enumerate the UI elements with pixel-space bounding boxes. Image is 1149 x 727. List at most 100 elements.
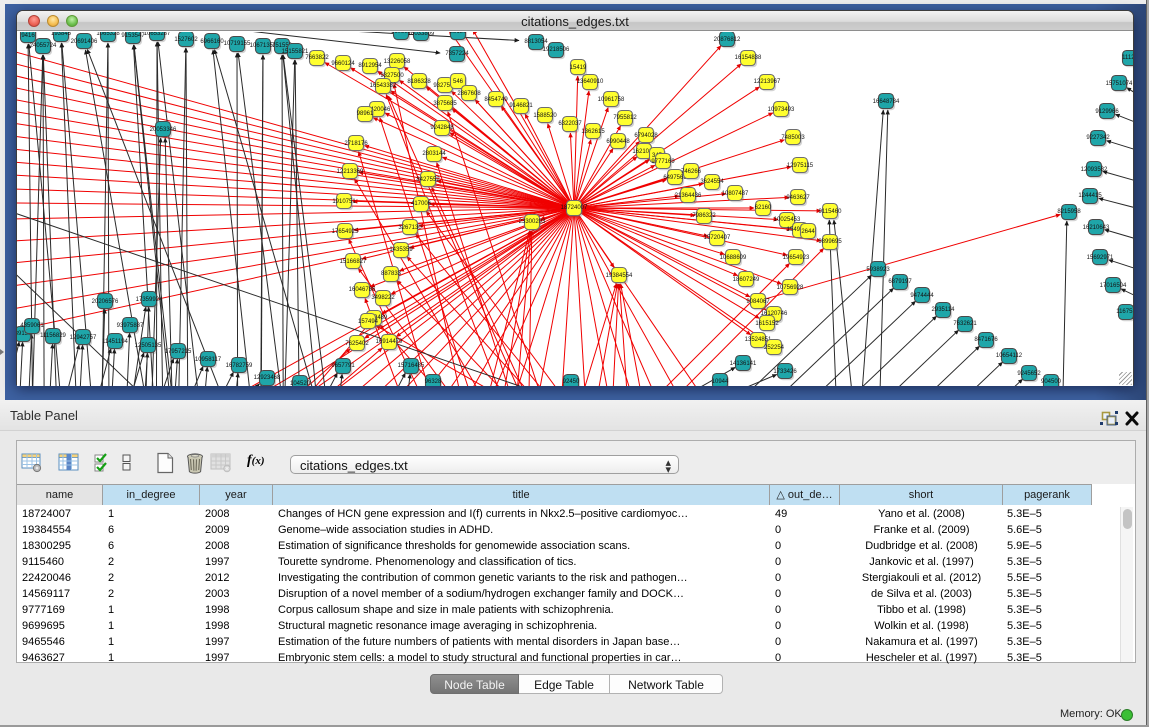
svg-text:15751074: 15751074 <box>1106 81 1133 87</box>
svg-text:23300203: 23300203 <box>519 219 546 225</box>
svg-text:8215958: 8215958 <box>1057 209 1081 215</box>
svg-text:14136141: 14136141 <box>730 361 757 367</box>
svg-text:9660124: 9660124 <box>331 61 355 67</box>
svg-text:3624554: 3624554 <box>700 179 724 185</box>
svg-text:12213967: 12213967 <box>754 79 781 85</box>
svg-text:15716485: 15716485 <box>398 363 425 369</box>
svg-text:10807487: 10807487 <box>722 191 749 197</box>
svg-text:11156829: 11156829 <box>40 333 66 339</box>
svg-text:1588520: 1588520 <box>533 113 557 119</box>
svg-text:7986322: 7986322 <box>692 213 716 219</box>
svg-text:6990448: 6990448 <box>606 139 630 145</box>
svg-text:7357224: 7357224 <box>445 51 469 57</box>
svg-text:11121: 11121 <box>1122 55 1133 61</box>
svg-text:10756928: 10756928 <box>777 285 804 291</box>
svg-text:8186328: 8186328 <box>407 79 431 85</box>
svg-text:3875685: 3875685 <box>433 101 457 107</box>
svg-text:10688609: 10688609 <box>720 255 747 261</box>
svg-text:8471676: 8471676 <box>974 337 998 343</box>
svg-text:15166827: 15166827 <box>340 259 367 265</box>
svg-text:16046786: 16046786 <box>349 287 376 293</box>
svg-text:16033809: 16033809 <box>408 32 435 37</box>
svg-text:16154838: 16154838 <box>735 55 762 61</box>
svg-text:9899695: 9899695 <box>818 239 842 245</box>
svg-text:88130: 88130 <box>450 32 467 35</box>
svg-text:8912954: 8912954 <box>358 63 382 69</box>
svg-text:2644: 2644 <box>801 229 815 235</box>
svg-text:10973493: 10973493 <box>768 107 795 113</box>
svg-text:8454749: 8454749 <box>484 97 508 103</box>
svg-text:9657791: 9657791 <box>331 363 355 369</box>
svg-text:157494: 157494 <box>358 319 379 325</box>
svg-text:18607249: 18607249 <box>733 277 760 283</box>
svg-text:1615152: 1615152 <box>755 321 779 327</box>
svg-text:12505135: 12505135 <box>135 343 162 349</box>
svg-text:19654923: 19654923 <box>783 255 810 261</box>
svg-text:104520: 104520 <box>290 381 311 386</box>
svg-text:98961: 98961 <box>357 111 374 117</box>
svg-text:9129966: 9129966 <box>1095 109 1119 115</box>
svg-text:96328: 96328 <box>425 379 442 385</box>
svg-text:92450: 92450 <box>563 379 580 385</box>
svg-text:10654112: 10654112 <box>996 353 1023 359</box>
svg-text:12923468: 12923468 <box>254 375 281 381</box>
svg-text:10944: 10944 <box>712 379 729 385</box>
svg-text:17016504: 17016504 <box>1100 283 1127 289</box>
svg-text:9242848: 9242848 <box>430 125 454 131</box>
svg-text:16782759: 16782759 <box>226 363 253 369</box>
svg-text:6879197: 6879197 <box>888 279 912 285</box>
svg-text:546: 546 <box>453 79 464 85</box>
svg-text:12213369: 12213369 <box>337 169 364 175</box>
svg-text:417006: 417006 <box>411 201 432 207</box>
svg-text:7485003: 7485003 <box>781 135 805 141</box>
svg-text:6794028: 6794028 <box>634 133 658 139</box>
svg-text:18724007: 18724007 <box>561 205 588 211</box>
svg-text:12942757: 12942757 <box>70 335 97 341</box>
svg-text:9084067: 9084067 <box>746 299 770 305</box>
svg-text:1362615: 1362615 <box>581 129 605 135</box>
svg-text:9227342: 9227342 <box>1086 135 1110 141</box>
svg-text:20206576: 20206576 <box>92 299 119 305</box>
svg-text:1733426: 1733426 <box>773 369 797 375</box>
svg-text:24055724: 24055724 <box>30 43 57 49</box>
svg-text:1435359: 1435359 <box>389 247 413 253</box>
svg-text:252254: 252254 <box>764 345 785 351</box>
svg-text:16648784: 16648784 <box>873 99 900 105</box>
svg-text:21364436: 21364436 <box>675 193 702 199</box>
svg-text:9474444: 9474444 <box>910 293 934 299</box>
svg-text:2718176: 2718176 <box>344 141 368 147</box>
svg-text:2803144: 2803144 <box>422 151 446 157</box>
svg-text:15419: 15419 <box>570 65 587 71</box>
svg-text:8813054: 8813054 <box>524 39 548 45</box>
svg-text:887833: 887833 <box>381 271 402 277</box>
svg-text:904500: 904500 <box>1041 379 1062 385</box>
svg-text:15720407: 15720407 <box>704 235 731 241</box>
svg-text:17359924: 17359924 <box>136 297 163 303</box>
svg-text:19218506: 19218506 <box>543 47 570 53</box>
svg-text:16210643: 16210643 <box>1083 225 1110 231</box>
svg-text:9153547: 9153547 <box>121 33 145 39</box>
svg-text:1244415: 1244415 <box>1078 193 1102 199</box>
svg-text:193845: 193845 <box>51 32 72 37</box>
svg-text:2935114: 2935114 <box>932 307 956 313</box>
svg-text:6966160: 6966160 <box>200 39 224 45</box>
svg-text:20876812: 20876812 <box>714 37 741 43</box>
svg-text:15692971: 15692971 <box>1087 255 1114 261</box>
svg-text:17957215: 17957215 <box>165 349 192 355</box>
svg-text:10958117: 10958117 <box>195 357 222 363</box>
svg-text:116753: 116753 <box>1116 309 1133 315</box>
svg-text:12093582: 12093582 <box>1081 167 1108 173</box>
svg-text:19384554: 19384554 <box>606 273 633 279</box>
svg-text:1065328: 1065328 <box>96 32 120 37</box>
svg-text:4359061: 4359061 <box>20 323 44 329</box>
svg-text:7632621: 7632621 <box>953 321 977 327</box>
svg-text:9463627: 9463627 <box>786 195 810 201</box>
svg-text:7625402: 7625402 <box>345 341 369 347</box>
svg-text:16914479: 16914479 <box>376 339 403 345</box>
svg-text:17654925: 17654925 <box>332 229 359 235</box>
svg-text:9146821: 9146821 <box>509 103 533 109</box>
svg-text:10653287: 10653287 <box>144 32 171 37</box>
svg-text:9245652: 9245652 <box>1017 371 1041 377</box>
svg-text:13640910: 13640910 <box>577 79 604 85</box>
svg-text:7663822: 7663822 <box>305 55 329 61</box>
